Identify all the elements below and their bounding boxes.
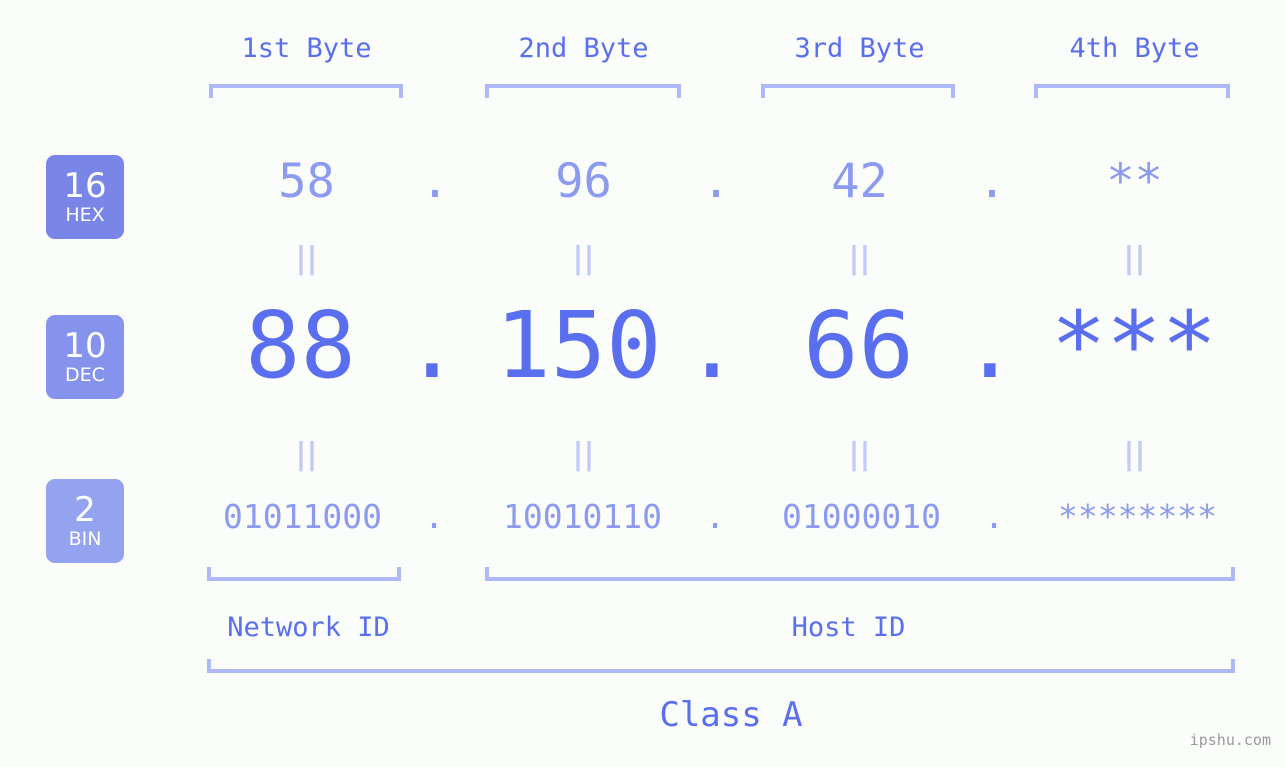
equals-connector-hex-dec-3: || [848, 241, 871, 276]
dec-byte-1: 88 [245, 292, 356, 399]
byte-bracket-top-1 [209, 84, 403, 98]
class-label: Class A [659, 695, 803, 735]
base-badge-dec: 10 DEC [46, 315, 124, 399]
byte-header-4: 4th Byte [1069, 33, 1200, 64]
byte-bracket-top-4 [1034, 84, 1230, 98]
byte-header-3: 3rd Byte [794, 33, 925, 64]
hex-byte-3: 42 [831, 154, 888, 209]
dec-separator-3: . [962, 292, 1018, 399]
byte-bracket-top-2 [485, 84, 681, 98]
bin-byte-2: 10010110 [503, 497, 662, 536]
network-id-bracket [207, 567, 401, 581]
network-id-label: Network ID [227, 612, 390, 643]
byte-header-1: 1st Byte [241, 33, 372, 64]
base-badge-bin-abbr: BIN [68, 528, 102, 550]
byte-bracket-top-3 [761, 84, 955, 98]
base-badge-dec-number: 10 [63, 326, 107, 366]
bin-byte-1: 01011000 [223, 497, 382, 536]
dec-byte-2: 150 [495, 292, 662, 399]
class-bracket [207, 659, 1235, 673]
equals-connector-dec-bin-2: || [572, 437, 595, 472]
hex-byte-4: ** [1106, 154, 1163, 209]
base-badge-hex: 16 HEX [46, 155, 124, 239]
bin-separator-3: . [984, 497, 1004, 536]
dec-byte-3: 66 [803, 292, 914, 399]
dec-byte-4: *** [1050, 292, 1218, 399]
host-id-bracket [485, 567, 1235, 581]
equals-connector-hex-dec-1: || [295, 241, 318, 276]
host-id-label: Host ID [791, 612, 906, 643]
bin-byte-4: ******** [1058, 497, 1217, 536]
bin-byte-3: 01000010 [782, 497, 941, 536]
watermark: ipshu.com [1189, 731, 1271, 749]
base-badge-bin: 2 BIN [46, 479, 124, 563]
hex-separator-1: . [420, 154, 450, 209]
equals-connector-dec-bin-4: || [1123, 437, 1146, 472]
ip-address-breakdown-diagram: 1st Byte 2nd Byte 3rd Byte 4th Byte 16 H… [0, 0, 1285, 767]
hex-byte-1: 58 [278, 154, 335, 209]
equals-connector-dec-bin-3: || [848, 437, 871, 472]
equals-connector-hex-dec-2: || [572, 241, 595, 276]
hex-separator-3: . [977, 154, 1007, 209]
base-badge-hex-number: 16 [63, 166, 107, 206]
base-badge-bin-number: 2 [74, 490, 96, 530]
base-badge-dec-abbr: DEC [65, 364, 105, 386]
base-badge-hex-abbr: HEX [65, 204, 105, 226]
bin-separator-2: . [705, 497, 725, 536]
equals-connector-hex-dec-4: || [1123, 241, 1146, 276]
byte-header-2: 2nd Byte [518, 33, 649, 64]
hex-separator-2: . [701, 154, 731, 209]
equals-connector-dec-bin-1: || [295, 437, 318, 472]
bin-separator-1: . [424, 497, 444, 536]
dec-separator-2: . [684, 292, 740, 399]
hex-byte-2: 96 [555, 154, 612, 209]
dec-separator-1: . [404, 292, 460, 399]
